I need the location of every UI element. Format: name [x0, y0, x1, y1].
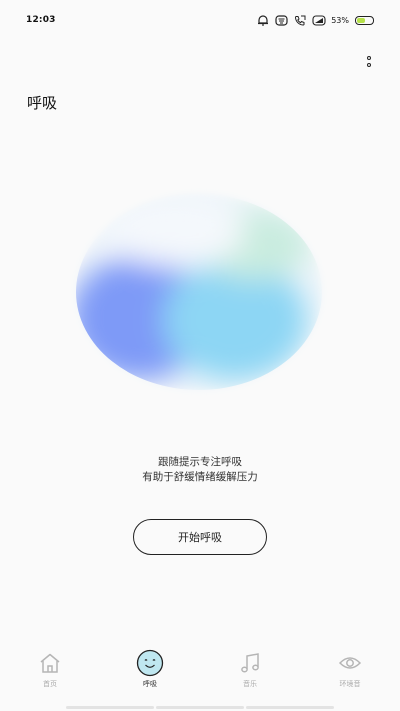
eye-icon	[336, 649, 364, 677]
tab-ambient-sound[interactable]: 环境音	[305, 641, 395, 689]
status-bar: 12:03 53%	[0, 0, 400, 40]
smile-icon	[136, 649, 164, 677]
status-time: 12:03	[26, 15, 56, 25]
breathing-description: 跟随提示专注呼吸 有助于舒缓情绪缓解压力	[0, 455, 400, 485]
tab-label: 呼吸	[143, 680, 157, 688]
start-breathing-button[interactable]: 开始呼吸	[133, 519, 267, 555]
home-indicator	[66, 706, 334, 709]
bottom-tab-bar: 首页 呼吸 音乐 环境音	[0, 641, 400, 711]
tab-home[interactable]: 首页	[5, 641, 95, 689]
music-note-icon	[236, 649, 264, 677]
battery-percent: 53%	[331, 15, 349, 25]
tab-label: 音乐	[243, 680, 257, 688]
description-line: 有助于舒缓情绪缓解压力	[142, 471, 258, 483]
breathing-orb	[0, 0, 400, 711]
battery-icon	[355, 15, 374, 25]
notification-icon	[275, 14, 288, 26]
tab-breathe[interactable]: 呼吸	[105, 641, 195, 689]
more-options-button[interactable]	[360, 52, 378, 70]
page-title: 呼吸	[27, 94, 58, 112]
more-vertical-icon	[367, 55, 371, 60]
home-icon	[36, 649, 64, 677]
status-icons: 53%	[257, 14, 374, 26]
tab-music[interactable]: 音乐	[205, 641, 295, 689]
call-icon	[294, 15, 306, 26]
signal-icon	[312, 14, 326, 26]
alarm-icon	[257, 14, 269, 26]
description-line: 跟随提示专注呼吸	[158, 456, 242, 468]
tab-label: 首页	[43, 680, 57, 688]
more-vertical-icon	[367, 62, 371, 67]
battery-fill	[357, 17, 365, 23]
tab-label: 环境音	[339, 680, 361, 688]
